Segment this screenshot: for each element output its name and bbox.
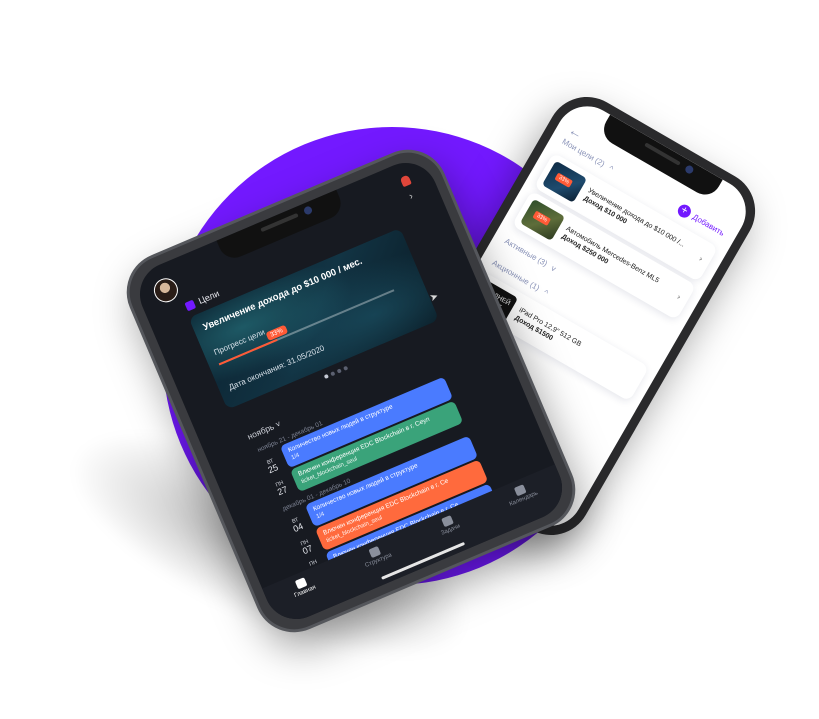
chevron-right-icon[interactable]: › [407, 191, 414, 202]
calendar-day: ВТ 04 [286, 515, 308, 535]
carousel-dot[interactable] [330, 371, 336, 377]
chevron-down-icon: v [549, 263, 558, 274]
goal-thumbnail: 33% [541, 160, 588, 203]
calendar-day: ПН 27 [270, 478, 292, 498]
carousel-dot[interactable] [336, 368, 342, 374]
calendar-day: ПН 07 [295, 537, 317, 557]
chevron-right-icon: › [675, 292, 683, 302]
chevron-down-icon: ˅ [273, 418, 283, 430]
avatar[interactable] [150, 274, 182, 307]
chevron-up-icon: ^ [606, 163, 615, 174]
carousel-dots[interactable] [323, 365, 349, 380]
month-label: ноябрь [245, 421, 276, 442]
goal-progress-badge: 33% [532, 210, 552, 226]
tab-calendar[interactable]: Календарь [504, 480, 539, 508]
tab-tasks[interactable]: Задачи [436, 513, 461, 537]
plus-icon: + [675, 202, 693, 220]
goals-title: Цели [196, 288, 221, 306]
carousel-dot[interactable] [323, 373, 329, 380]
chevron-right-icon: › [697, 254, 705, 264]
notification-bell-icon[interactable] [399, 174, 412, 188]
banner-progress-label: Прогресс цели [212, 327, 267, 358]
banner-date: Дата окончания: 31.05/2020 [227, 343, 326, 393]
tab-home[interactable]: Главная [289, 574, 317, 599]
carousel-dot[interactable] [343, 365, 349, 371]
tab-structure[interactable]: Структура [360, 542, 393, 569]
day-number: 25 [266, 462, 280, 476]
goals-icon [184, 299, 197, 311]
goal-progress-badge: 33% [554, 172, 574, 188]
chevron-up-icon: ^ [541, 287, 550, 298]
day-number: 04 [291, 520, 305, 535]
calendar-day: ВТ 25 [261, 456, 283, 476]
goal-thumbnail: 33% [519, 198, 566, 242]
